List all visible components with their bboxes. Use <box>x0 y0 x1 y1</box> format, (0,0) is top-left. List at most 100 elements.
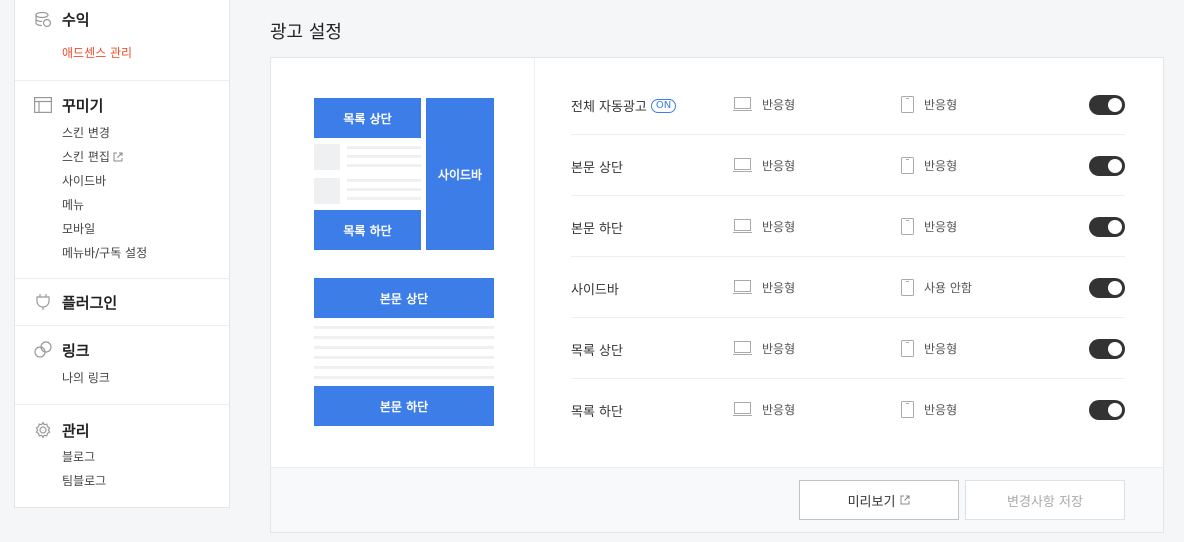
preview-line <box>347 179 421 182</box>
mobile-setting[interactable]: 반응형 <box>901 340 957 357</box>
layout-icon <box>33 95 53 115</box>
ad-row-name: 본문 하단 <box>571 218 623 237</box>
pc-setting[interactable]: 반응형 <box>733 401 795 418</box>
mobile-setting[interactable]: 반응형 <box>901 401 957 418</box>
monitor-icon <box>733 280 752 294</box>
mobile-setting-value: 반응형 <box>924 220 958 234</box>
sidebar-section-revenue: 수익 애드센스 관리 <box>15 0 229 81</box>
ad-toggle[interactable] <box>1089 278 1125 298</box>
ad-row-label: 본문 상단 <box>571 161 623 176</box>
sidebar-title-revenue: 수익 <box>62 10 90 29</box>
pc-setting-value: 반응형 <box>762 220 796 234</box>
sidebar-item-skin-change[interactable]: 스킨 변경 <box>62 121 110 145</box>
external-link-icon <box>900 495 910 505</box>
ad-setting-row: 목록 하단 반응형 반응형 <box>571 379 1125 440</box>
pc-setting-value: 반응형 <box>762 403 796 417</box>
sidebar-header-plugin[interactable]: 플러그인 <box>33 291 117 313</box>
mobile-setting[interactable]: 반응형 <box>901 218 957 235</box>
sidebar-item-my-link[interactable]: 나의 링크 <box>62 366 110 390</box>
ad-toggle[interactable] <box>1089 217 1125 237</box>
ad-setting-row: 본문 상단 반응형 반응형 <box>571 135 1125 196</box>
pc-setting-value: 반응형 <box>762 98 796 112</box>
ad-row-label: 목록 하단 <box>571 405 623 420</box>
save-changes-button[interactable]: 변경사항 저장 <box>965 480 1125 520</box>
link-icon <box>33 340 53 360</box>
sidebar-section-plugin: 플러그인 <box>15 279 229 326</box>
external-link-icon <box>113 152 123 162</box>
sidebar-item-adsense[interactable]: 애드센스 관리 <box>62 41 132 65</box>
preview-line <box>347 164 421 167</box>
mobile-setting-value: 반응형 <box>924 403 958 417</box>
phone-icon <box>901 157 914 174</box>
sidebar-item-menubar[interactable]: 메뉴바/구독 설정 <box>62 241 147 265</box>
mobile-setting[interactable]: 사용 안함 <box>901 279 972 296</box>
sidebar-item-skin-edit-label: 스킨 편집 <box>62 150 110 164</box>
preview-body-top-block: 본문 상단 <box>314 278 494 318</box>
sidebar-item-team-blog[interactable]: 팀블로그 <box>62 469 106 493</box>
phone-icon <box>901 279 914 296</box>
pc-setting-value: 반응형 <box>762 281 796 295</box>
phone-icon <box>901 218 914 235</box>
monitor-icon <box>733 341 752 355</box>
sidebar-header-manage[interactable]: 관리 <box>33 419 90 441</box>
sidebar-title-decorate: 꾸미기 <box>62 96 104 115</box>
monitor-icon <box>733 158 752 172</box>
sidebar-item-menu[interactable]: 메뉴 <box>62 193 84 217</box>
sidebar-item-mobile[interactable]: 모바일 <box>62 217 95 241</box>
panel-footer: 미리보기 변경사항 저장 <box>271 467 1163 532</box>
preview-line <box>314 336 494 339</box>
ad-rows-list: 전체 자동광고 ON 반응형 반응형 본문 상단 반응형 반응형 본문 하단 반응형 반응형 사이드… <box>571 74 1125 440</box>
monitor-icon <box>733 97 752 111</box>
pc-setting[interactable]: 반응형 <box>733 340 795 357</box>
pc-setting[interactable]: 반응형 <box>733 157 795 174</box>
preview-line <box>347 197 421 200</box>
sidebar: 수익 애드센스 관리 꾸미기 스킨 변경 스킨 편집 사이드바 메뉴 모바일 메… <box>14 0 230 508</box>
preview-line <box>314 366 494 369</box>
phone-icon <box>901 96 914 113</box>
mobile-setting-value: 사용 안함 <box>924 281 972 295</box>
phone-icon <box>901 340 914 357</box>
ad-setting-row: 목록 상단 반응형 반응형 <box>571 318 1125 379</box>
preview-sidebar-block: 사이드바 <box>426 98 494 250</box>
sidebar-item-blog[interactable]: 블로그 <box>62 445 95 469</box>
monitor-icon <box>733 219 752 233</box>
toggle-knob <box>1108 159 1122 173</box>
toggle-knob <box>1108 403 1122 417</box>
pc-setting[interactable]: 반응형 <box>733 218 795 235</box>
ad-setting-row: 본문 하단 반응형 반응형 <box>571 196 1125 257</box>
pc-setting[interactable]: 반응형 <box>733 279 795 296</box>
sidebar-title-link: 링크 <box>62 341 90 360</box>
ad-toggle[interactable] <box>1089 339 1125 359</box>
ad-row-name: 목록 상단 <box>571 340 623 359</box>
preview-button[interactable]: 미리보기 <box>799 480 959 520</box>
plug-icon <box>33 292 53 312</box>
ad-toggle[interactable] <box>1089 156 1125 176</box>
sidebar-header-decorate[interactable]: 꾸미기 <box>33 94 103 116</box>
sidebar-header-revenue[interactable]: 수익 <box>33 8 90 30</box>
sidebar-header-link[interactable]: 링크 <box>33 339 90 361</box>
ad-toggle[interactable] <box>1089 400 1125 420</box>
mobile-setting[interactable]: 반응형 <box>901 96 957 113</box>
pc-setting[interactable]: 반응형 <box>733 96 795 113</box>
sidebar-section-manage: 관리 블로그 팀블로그 <box>15 405 229 505</box>
preview-line <box>314 346 494 349</box>
mobile-setting[interactable]: 반응형 <box>901 157 957 174</box>
mobile-setting-value: 반응형 <box>924 159 958 173</box>
preview-line <box>314 356 494 359</box>
ad-row-label: 목록 상단 <box>571 344 623 359</box>
toggle-knob <box>1108 98 1122 112</box>
sidebar-item-sidebar[interactable]: 사이드바 <box>62 169 106 193</box>
ad-toggle[interactable] <box>1089 95 1125 115</box>
preview-list-top-block: 목록 상단 <box>314 98 421 138</box>
gear-icon <box>33 420 53 440</box>
toggle-knob <box>1108 220 1122 234</box>
ad-settings-panel: 목록 상단 사이드바 목록 하단 본문 상단 본문 하단 전체 자동광고 ON 반응… <box>270 57 1164 533</box>
preview-line <box>347 188 421 191</box>
preview-thumb <box>314 178 340 204</box>
ad-setting-row: 사이드바 반응형 사용 안함 <box>571 257 1125 318</box>
toggle-knob <box>1108 281 1122 295</box>
ad-row-label: 본문 하단 <box>571 222 623 237</box>
monitor-icon <box>733 402 752 416</box>
sidebar-item-skin-edit[interactable]: 스킨 편집 <box>62 145 123 169</box>
preview-list-bottom-block: 목록 하단 <box>314 210 421 250</box>
